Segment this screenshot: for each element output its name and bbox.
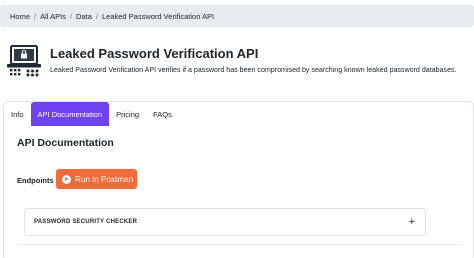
divider (17, 244, 462, 245)
section-title: API Documentation (17, 137, 114, 149)
tab-bar: Info API Documentation Pricing FAQs (4, 102, 473, 126)
page-description: Leaked Password Verification API verifie… (50, 66, 457, 74)
tab-pricing[interactable]: Pricing (109, 102, 146, 126)
breadcrumb-all-apis[interactable]: All APIs (40, 12, 66, 21)
breadcrumb: Home / All APIs / Data / Leaked Password… (0, 5, 474, 27)
api-header: Leaked Password Verification API Leaked … (5, 42, 469, 82)
run-in-postman-button[interactable]: Run in Postman (56, 169, 137, 189)
plus-icon[interactable]: + (409, 216, 415, 228)
breadcrumb-current: Leaked Password Verification API (101, 11, 215, 21)
breadcrumb-separator: / (69, 11, 73, 21)
breadcrumb-separator: / (95, 11, 98, 21)
tab-faqs[interactable]: FAQs (146, 102, 179, 126)
page-title: Leaked Password Verification API (50, 46, 259, 61)
breadcrumb-home[interactable]: Home (10, 12, 30, 21)
tab-info[interactable]: Info (4, 102, 31, 126)
accordion-password-security-checker[interactable]: PASSWORD SECURITY CHECKER + (24, 208, 426, 236)
breadcrumb-separator: / (34, 11, 37, 21)
accordion-label: PASSWORD SECURITY CHECKER (34, 219, 138, 225)
play-icon (62, 174, 71, 184)
run-in-postman-label: Run in Postman (75, 174, 134, 184)
endpoints-label: Endpoints (17, 176, 54, 185)
laptop-lock-icon (7, 45, 41, 77)
breadcrumb-data[interactable]: Data (76, 12, 92, 21)
tab-api-documentation[interactable]: API Documentation (30, 102, 110, 126)
content-card: Info API Documentation Pricing FAQs API … (3, 101, 474, 258)
